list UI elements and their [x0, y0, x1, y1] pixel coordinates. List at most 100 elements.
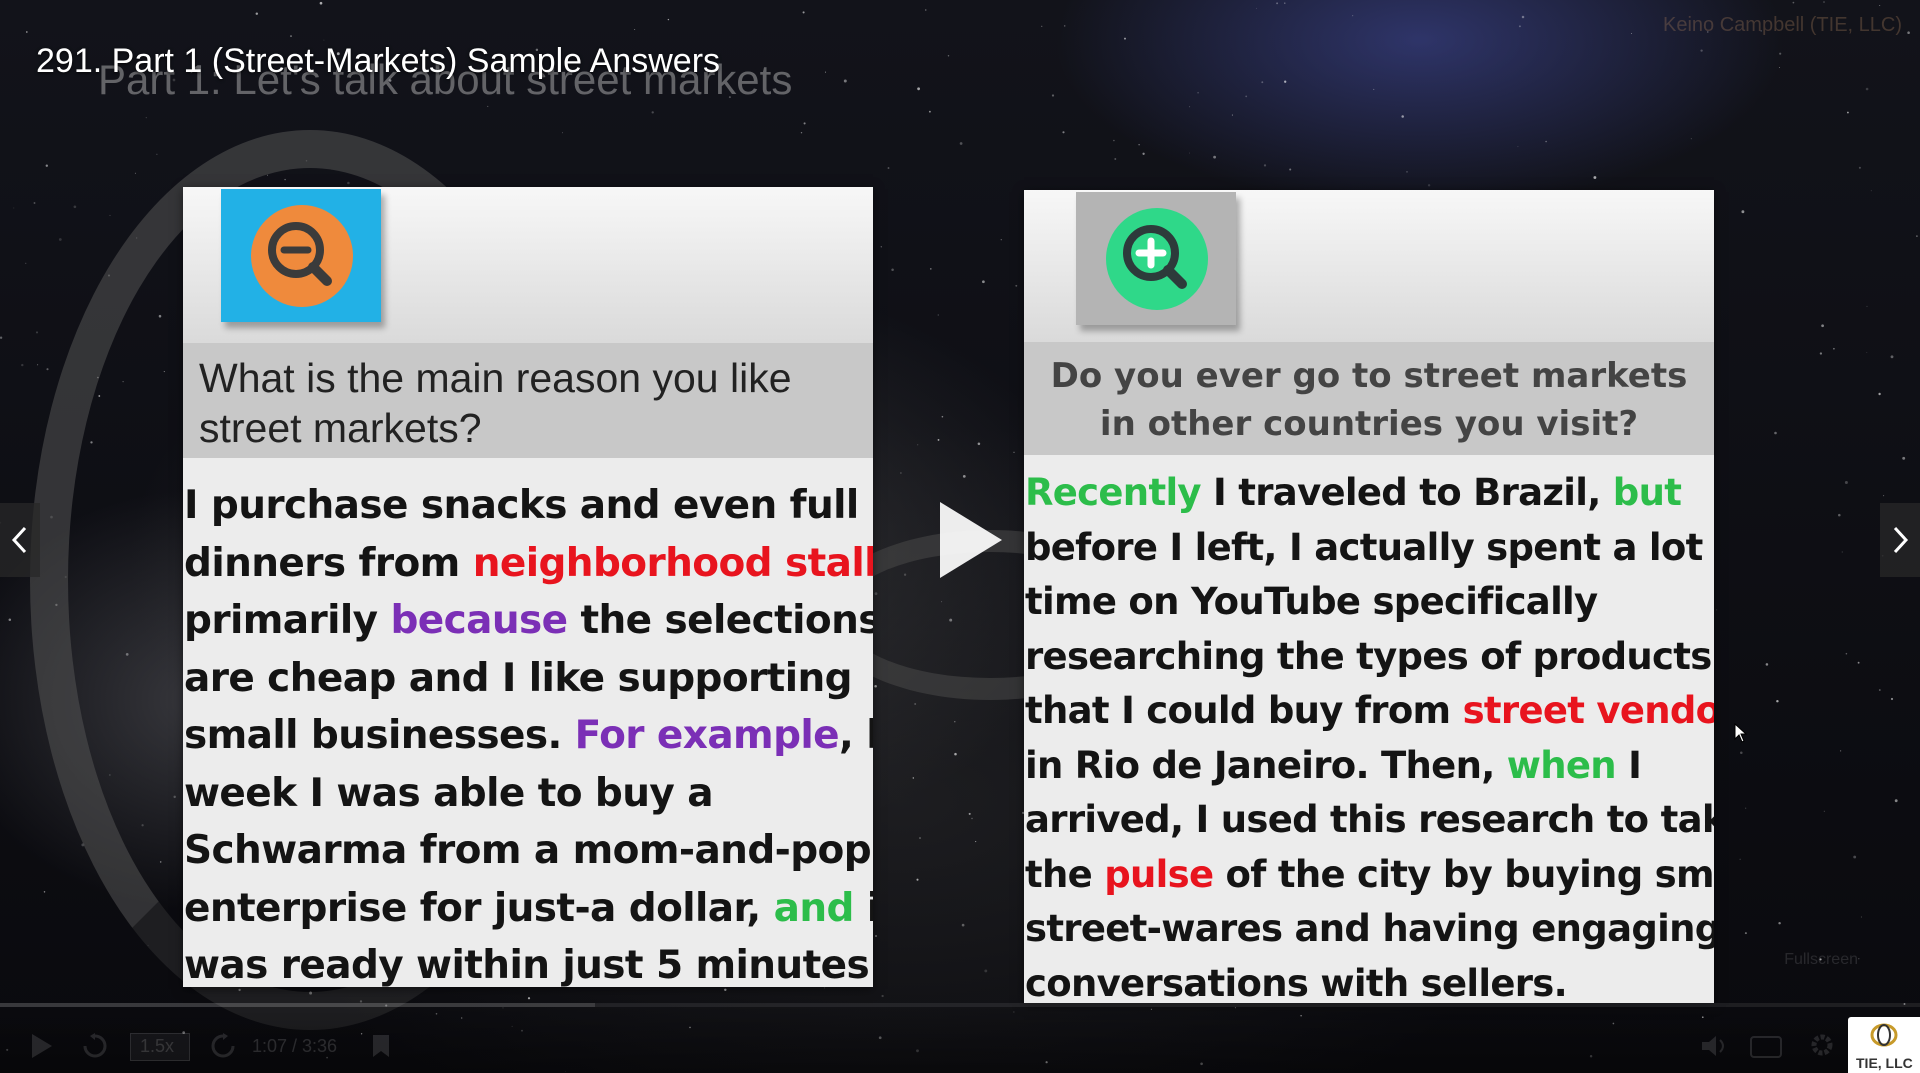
highlighted-phrase: when — [1506, 743, 1617, 787]
answer-line: small businesses. For example, last — [184, 707, 873, 765]
star — [651, 111, 654, 114]
star — [937, 438, 940, 441]
answer-line: in Rio de Janeiro. Then, when I — [1025, 739, 1714, 794]
star — [1776, 699, 1779, 703]
playback-speed-label: 1.5x — [140, 1036, 175, 1056]
star — [1124, 37, 1126, 40]
previous-lecture-button[interactable] — [0, 503, 40, 577]
star — [1739, 858, 1741, 860]
star — [73, 205, 77, 209]
star — [971, 817, 973, 820]
star — [1890, 355, 1894, 359]
star — [912, 777, 914, 779]
answer-line: researching the types of products — [1025, 630, 1714, 685]
star — [1866, 352, 1868, 354]
star — [634, 29, 636, 30]
star — [1879, 4, 1881, 7]
star — [43, 891, 46, 893]
star — [891, 268, 894, 271]
star — [800, 132, 803, 134]
star — [1846, 111, 1849, 114]
star — [1839, 750, 1842, 752]
star — [1138, 144, 1140, 146]
answer-segment: dinners from — [184, 540, 473, 586]
star — [874, 934, 878, 938]
answer-segment: in Rio de Janeiro. Then, — [1025, 743, 1507, 787]
star — [319, 1, 323, 5]
star — [1853, 855, 1857, 859]
star — [33, 202, 36, 204]
mouse-cursor-icon — [1734, 723, 1748, 743]
question-text: Do you ever go to street markets in othe… — [1050, 356, 1688, 444]
star — [954, 752, 957, 756]
star — [724, 988, 727, 992]
answer-segment: before I left, I actually spent a lot of — [1025, 525, 1714, 569]
star — [1878, 689, 1881, 691]
star — [1231, 114, 1233, 116]
star — [1878, 392, 1881, 396]
star — [1284, 80, 1287, 83]
star — [1373, 88, 1375, 90]
star — [1517, 146, 1519, 148]
star — [1902, 456, 1906, 460]
logo-label: TIE, LLC — [1856, 1055, 1913, 1071]
star — [919, 837, 921, 839]
star — [1894, 799, 1898, 803]
forward-icon[interactable] — [210, 1033, 236, 1059]
star — [968, 812, 971, 815]
star — [1189, 106, 1191, 108]
zoom-in-tile — [1076, 192, 1236, 325]
answer-segment: primarily — [184, 598, 391, 643]
video-stage[interactable]: Keino Campbell (TIE, LLC) Part 1: Let's … — [0, 0, 1920, 1073]
star — [1844, 481, 1848, 484]
star — [1284, 2, 1286, 4]
author-watermark: Keino Campbell (TIE, LLC) — [1663, 14, 1902, 36]
highlighted-phrase: Recently — [1025, 471, 1202, 514]
answer-line: time on YouTube specifically — [1025, 575, 1714, 630]
star — [947, 55, 950, 57]
star — [1740, 751, 1743, 755]
star — [1779, 52, 1782, 55]
star — [1051, 94, 1055, 97]
logo-emblem-icon — [1870, 1023, 1898, 1047]
star — [1197, 91, 1199, 94]
star — [1545, 140, 1547, 143]
star — [1774, 431, 1777, 435]
star — [145, 117, 147, 119]
volume-icon[interactable] — [1700, 1033, 1730, 1059]
play-icon — [940, 502, 1002, 578]
star — [900, 472, 902, 474]
answer-line: primarily because the selections — [184, 592, 873, 650]
star — [824, 71, 827, 73]
rewind-icon[interactable] — [82, 1033, 108, 1059]
star — [109, 214, 111, 216]
captions-icon[interactable] — [1750, 1035, 1782, 1059]
answer-segment: arrived, I used this research to take — [1025, 798, 1714, 841]
highlighted-phrase: neighborhood stalls — [472, 540, 873, 586]
star — [1700, 49, 1703, 52]
progress-fill — [0, 1003, 596, 1007]
play-small-icon[interactable] — [30, 1033, 54, 1059]
star — [1765, 663, 1769, 666]
answer-segment: the selections — [567, 598, 873, 643]
star — [1518, 25, 1521, 28]
star — [1062, 131, 1065, 134]
question-band: What is the main reason you like street … — [183, 343, 873, 458]
answer-line: was ready within just 5 minutes. — [184, 937, 873, 987]
star — [916, 878, 919, 881]
answer-segment: I — [1615, 743, 1642, 787]
star — [1866, 305, 1868, 307]
star — [929, 268, 932, 270]
play-button[interactable] — [936, 500, 1006, 580]
settings-gear-icon[interactable] — [1808, 1031, 1836, 1059]
star — [802, 11, 805, 14]
next-lecture-button[interactable] — [1880, 503, 1920, 577]
star — [667, 18, 670, 21]
chevron-right-icon — [1893, 526, 1909, 554]
star — [1063, 25, 1066, 27]
bookmark-icon[interactable] — [370, 1033, 392, 1059]
star — [937, 314, 939, 316]
progress-bar[interactable] — [0, 1003, 1920, 1007]
answer-segment: that I could buy from — [1025, 689, 1463, 732]
star — [1860, 916, 1862, 918]
